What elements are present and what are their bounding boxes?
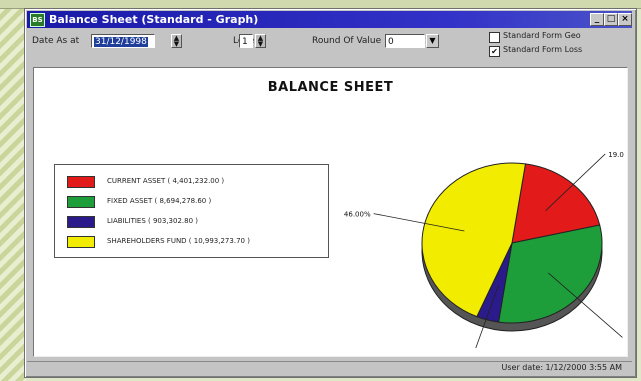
date-label: Date As at: [32, 36, 80, 46]
legend-label-shareholders-fund: SHAREHOLDERS FUND ( 10,993,273.70 ): [107, 237, 250, 245]
legend-swatch-shareholders-fund: [67, 236, 95, 248]
standard-form-geo-checkbox[interactable]: [489, 32, 500, 43]
legend-swatch-current-asset: [67, 176, 95, 188]
level-spinner[interactable]: ▲ ▼: [255, 34, 266, 48]
rounding-select[interactable]: 0: [385, 34, 425, 48]
level-input[interactable]: 1: [239, 34, 253, 48]
close-button[interactable]: ×: [618, 13, 632, 26]
window-title: Balance Sheet (Standard - Graph): [49, 13, 259, 26]
date-input[interactable]: 31/12/1998: [91, 34, 155, 48]
legend-label-current-asset: CURRENT ASSET ( 4,401,232.00 ): [107, 177, 225, 185]
chart-legend: CURRENT ASSET ( 4,401,232.00 ) FIXED ASS…: [54, 164, 329, 258]
chart-title: BALANCE SHEET: [267, 80, 394, 95]
rounding-dropdown-arrow[interactable]: ▼: [426, 34, 439, 48]
status-bar: User date: 1/12/2000 3:55 AM: [27, 361, 632, 375]
app-icon[interactable]: BS: [30, 13, 45, 27]
legend-label-liabilities: LIABILITIES ( 903,302.80 ): [107, 217, 199, 225]
rounding-label: Round Of Value: [312, 36, 382, 46]
title-bar[interactable]: BS Balance Sheet (Standard - Graph) _ □ …: [27, 11, 632, 28]
standard-form-loss-label: Standard Form Loss: [503, 45, 583, 54]
balance-sheet-window: BS Balance Sheet (Standard - Graph) _ □ …: [24, 8, 637, 378]
minimize-button[interactable]: _: [590, 13, 604, 26]
desktop-background: [0, 0, 26, 381]
standard-form-loss-checkbox[interactable]: ✔: [489, 46, 500, 57]
standard-form-geo-label: Standard Form Geo: [503, 31, 581, 40]
maximize-button[interactable]: □: [604, 13, 618, 26]
legend-swatch-liabilities: [67, 216, 95, 228]
legend-label-fixed-asset: FIXED ASSET ( 8,694,278.60 ): [107, 197, 212, 205]
pie-percent-label: 19.01%: [608, 151, 624, 159]
status-text: User date: 1/12/2000 3:55 AM: [501, 363, 623, 372]
chart-panel: BALANCE SHEET CURRENT ASSET ( 4,401,232.…: [33, 67, 628, 357]
pie-chart: 19.01%30.99%4.00%46.00%: [344, 151, 624, 348]
date-spinner[interactable]: ▲ ▼: [171, 34, 182, 48]
legend-swatch-fixed-asset: [67, 196, 95, 208]
pie-percent-label: 46.00%: [344, 211, 371, 219]
toolbar: Date As at 31/12/1998 ▲▼ Level 1 ▲▼ Roun…: [27, 31, 632, 59]
